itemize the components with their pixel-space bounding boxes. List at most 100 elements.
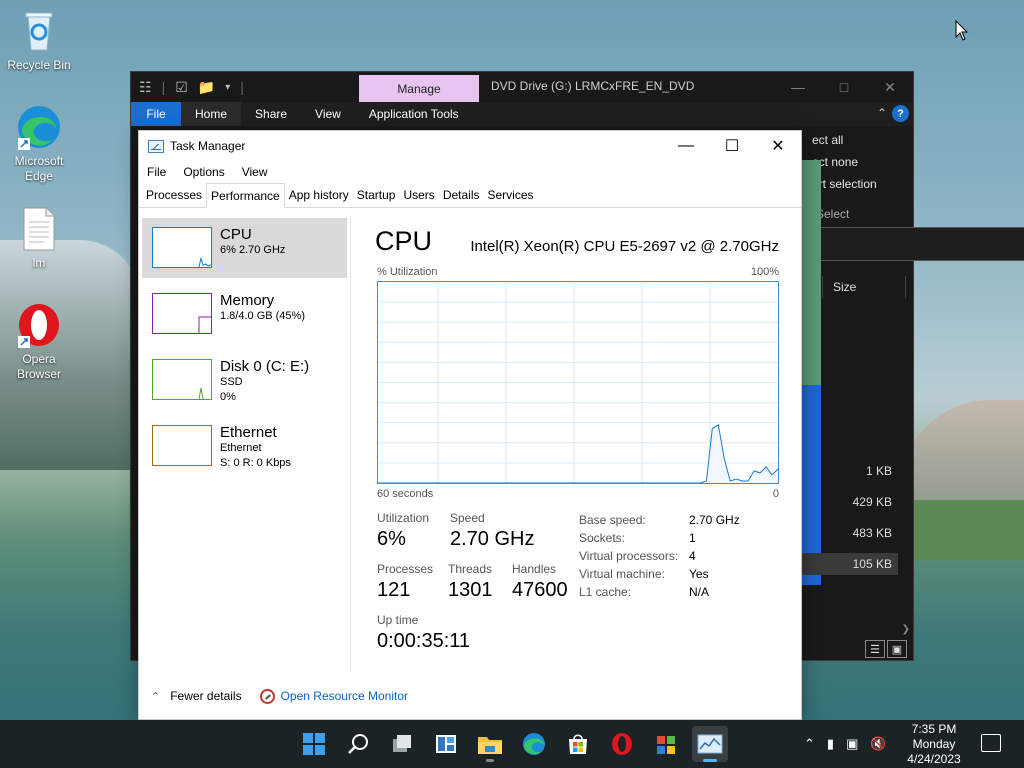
stat-label: Handles	[512, 562, 557, 576]
new-folder-icon[interactable]: 📁	[198, 79, 215, 96]
resource-detail: 0%	[220, 391, 236, 403]
network-icon[interactable]: ▣	[846, 736, 858, 752]
menu-options[interactable]: Options	[183, 165, 231, 179]
desktop-icon-recycle-bin[interactable]: Recycle Bin	[4, 8, 74, 73]
recycle-bin-icon	[16, 8, 62, 54]
explorer-titlebar[interactable]: ☷ | ☑ 📁 ▾ | Manage DVD Drive (G:) LRMCxF…	[131, 72, 913, 103]
opera-taskbar-button[interactable]	[604, 726, 640, 762]
store-icon	[569, 734, 587, 754]
desktop-icon-label: Opera Browser	[16, 352, 61, 381]
explorer-search-box[interactable]: Q	[802, 227, 1024, 261]
maximize-button[interactable]: □	[821, 72, 867, 102]
task-manager-titlebar[interactable]: Task Manager — ☐ ✕	[139, 131, 801, 161]
resource-detail: 1.8/4.0 GB (45%)	[220, 310, 305, 322]
maximize-button[interactable]: ☐	[709, 131, 755, 161]
stat-value: 0:00:35:11	[377, 630, 471, 652]
manage-context-tab[interactable]: Manage	[359, 75, 479, 103]
tab-details[interactable]: Details	[439, 183, 484, 207]
ribbon-tab-application-tools[interactable]: Application Tools	[355, 102, 473, 126]
resource-name: CPU	[220, 226, 252, 243]
resource-name: Disk 0 (C: E:)	[220, 358, 310, 375]
select-all-button[interactable]: ect all	[812, 133, 843, 147]
ribbon-tab-share[interactable]: Share	[241, 102, 301, 126]
resource-item-ethernet[interactable]: Ethernet Ethernet S: 0 R: 0 Kbps	[142, 416, 347, 476]
tab-processes[interactable]: Processes	[142, 183, 206, 207]
wallpaper-hills-right	[900, 400, 1024, 510]
properties-icon[interactable]: ☑	[175, 79, 188, 96]
text-file-icon	[16, 206, 62, 252]
file-explorer-taskbar-button[interactable]	[472, 726, 508, 762]
resource-item-disk[interactable]: Disk 0 (C: E:) SSD 0%	[142, 350, 347, 410]
task-view-button[interactable]	[384, 726, 420, 762]
clock[interactable]: 7:35 PM Monday 4/24/2023	[902, 722, 966, 767]
task-manager-taskbar-button[interactable]	[692, 726, 728, 762]
spec-row: Base speed: 2.70 GHz	[579, 511, 740, 529]
mouse-cursor-icon	[955, 20, 969, 41]
start-button[interactable]	[296, 726, 332, 762]
explorer-ribbon-tabs: File Home Share View Application Tools ⌃…	[131, 102, 913, 126]
size-column-header[interactable]: Size	[822, 276, 906, 298]
memory-mini-graph	[152, 293, 212, 334]
wallpaper-meadow	[900, 500, 1024, 560]
tab-performance[interactable]: Performance	[206, 183, 285, 208]
horizontal-scrollbar[interactable]: ❯	[800, 624, 910, 636]
system-tray: ⌃ ▮ ▣ 🔇	[804, 720, 887, 768]
customize-qat-icon[interactable]: ▾	[225, 82, 230, 93]
desktop-icon-opera[interactable]: Opera Browser	[4, 302, 74, 382]
edge-taskbar-button[interactable]	[516, 726, 552, 762]
help-icon[interactable]: ?	[892, 105, 909, 122]
close-button[interactable]: ✕	[867, 72, 913, 102]
minimize-button[interactable]: —	[663, 131, 709, 161]
resource-detail: SSD	[220, 376, 243, 388]
stat-label: Up time	[377, 613, 419, 627]
spec-key: Virtual processors:	[579, 549, 679, 563]
desktop-icon-lm[interactable]: lm	[4, 206, 74, 271]
volume-muted-icon[interactable]: 🔇	[870, 736, 886, 752]
stat-value: 6%	[377, 528, 406, 550]
ribbon-tab-view[interactable]: View	[301, 102, 355, 126]
open-resource-monitor-link[interactable]: Open Resource Monitor	[259, 688, 408, 704]
close-button[interactable]: ✕	[755, 131, 801, 161]
drive-icon[interactable]: ☷	[139, 79, 152, 96]
tab-startup[interactable]: Startup	[353, 183, 400, 207]
fewer-details-button[interactable]: ⌃ Fewer details	[151, 689, 242, 703]
resource-name: Ethernet	[220, 424, 277, 441]
menu-file[interactable]: File	[147, 165, 173, 179]
store-taskbar-button[interactable]	[560, 726, 596, 762]
tab-users[interactable]: Users	[399, 183, 438, 207]
show-hidden-icons-icon[interactable]: ⌃	[804, 736, 815, 752]
cpu-mini-graph	[152, 227, 212, 268]
search-button[interactable]	[340, 726, 376, 762]
winrar-taskbar-button[interactable]	[648, 726, 684, 762]
menu-view[interactable]: View	[242, 165, 275, 179]
tab-strip: Processes Performance App history Startu…	[139, 183, 801, 208]
graph-time-zero: 0	[772, 488, 779, 500]
desktop-icon-edge[interactable]: Microsoft Edge	[4, 104, 74, 184]
notifications-icon[interactable]	[981, 734, 1001, 752]
resource-detail: Ethernet	[220, 442, 262, 454]
spec-key: Base speed:	[579, 513, 646, 527]
details-view-icon[interactable]: ☰	[865, 640, 885, 658]
ribbon-tab-home[interactable]: Home	[181, 102, 242, 126]
resource-detail: S: 0 R: 0 Kbps	[220, 457, 291, 469]
widgets-button[interactable]	[428, 726, 464, 762]
ribbon-tab-file[interactable]: File	[131, 102, 181, 126]
task-manager-window[interactable]: Task Manager — ☐ ✕ File Options View Pro…	[138, 130, 802, 720]
spec-key: Sockets:	[579, 531, 626, 545]
select-group-label: Select	[816, 207, 850, 221]
tab-app-history[interactable]: App history	[285, 183, 353, 207]
spec-row: Virtual machine: Yes	[579, 565, 740, 583]
pane-divider[interactable]	[350, 218, 351, 670]
collapse-ribbon-icon[interactable]: ⌃	[877, 106, 887, 120]
resource-item-memory[interactable]: Memory 1.8/4.0 GB (45%)	[142, 284, 347, 344]
minimize-button[interactable]: —	[775, 72, 821, 102]
stat-handles: Handles 47600	[512, 562, 568, 602]
utilization-axis-max: 100%	[750, 266, 779, 278]
resource-name: Memory	[220, 292, 275, 309]
spec-value: 1	[689, 531, 696, 545]
invert-selection-button[interactable]: ert selection	[812, 177, 877, 191]
resource-item-cpu[interactable]: CPU 6% 2.70 GHz	[142, 218, 347, 278]
tab-services[interactable]: Services	[484, 183, 538, 207]
tablet-icon[interactable]: ▮	[827, 736, 834, 752]
large-icons-view-icon[interactable]: ▣	[887, 640, 907, 658]
